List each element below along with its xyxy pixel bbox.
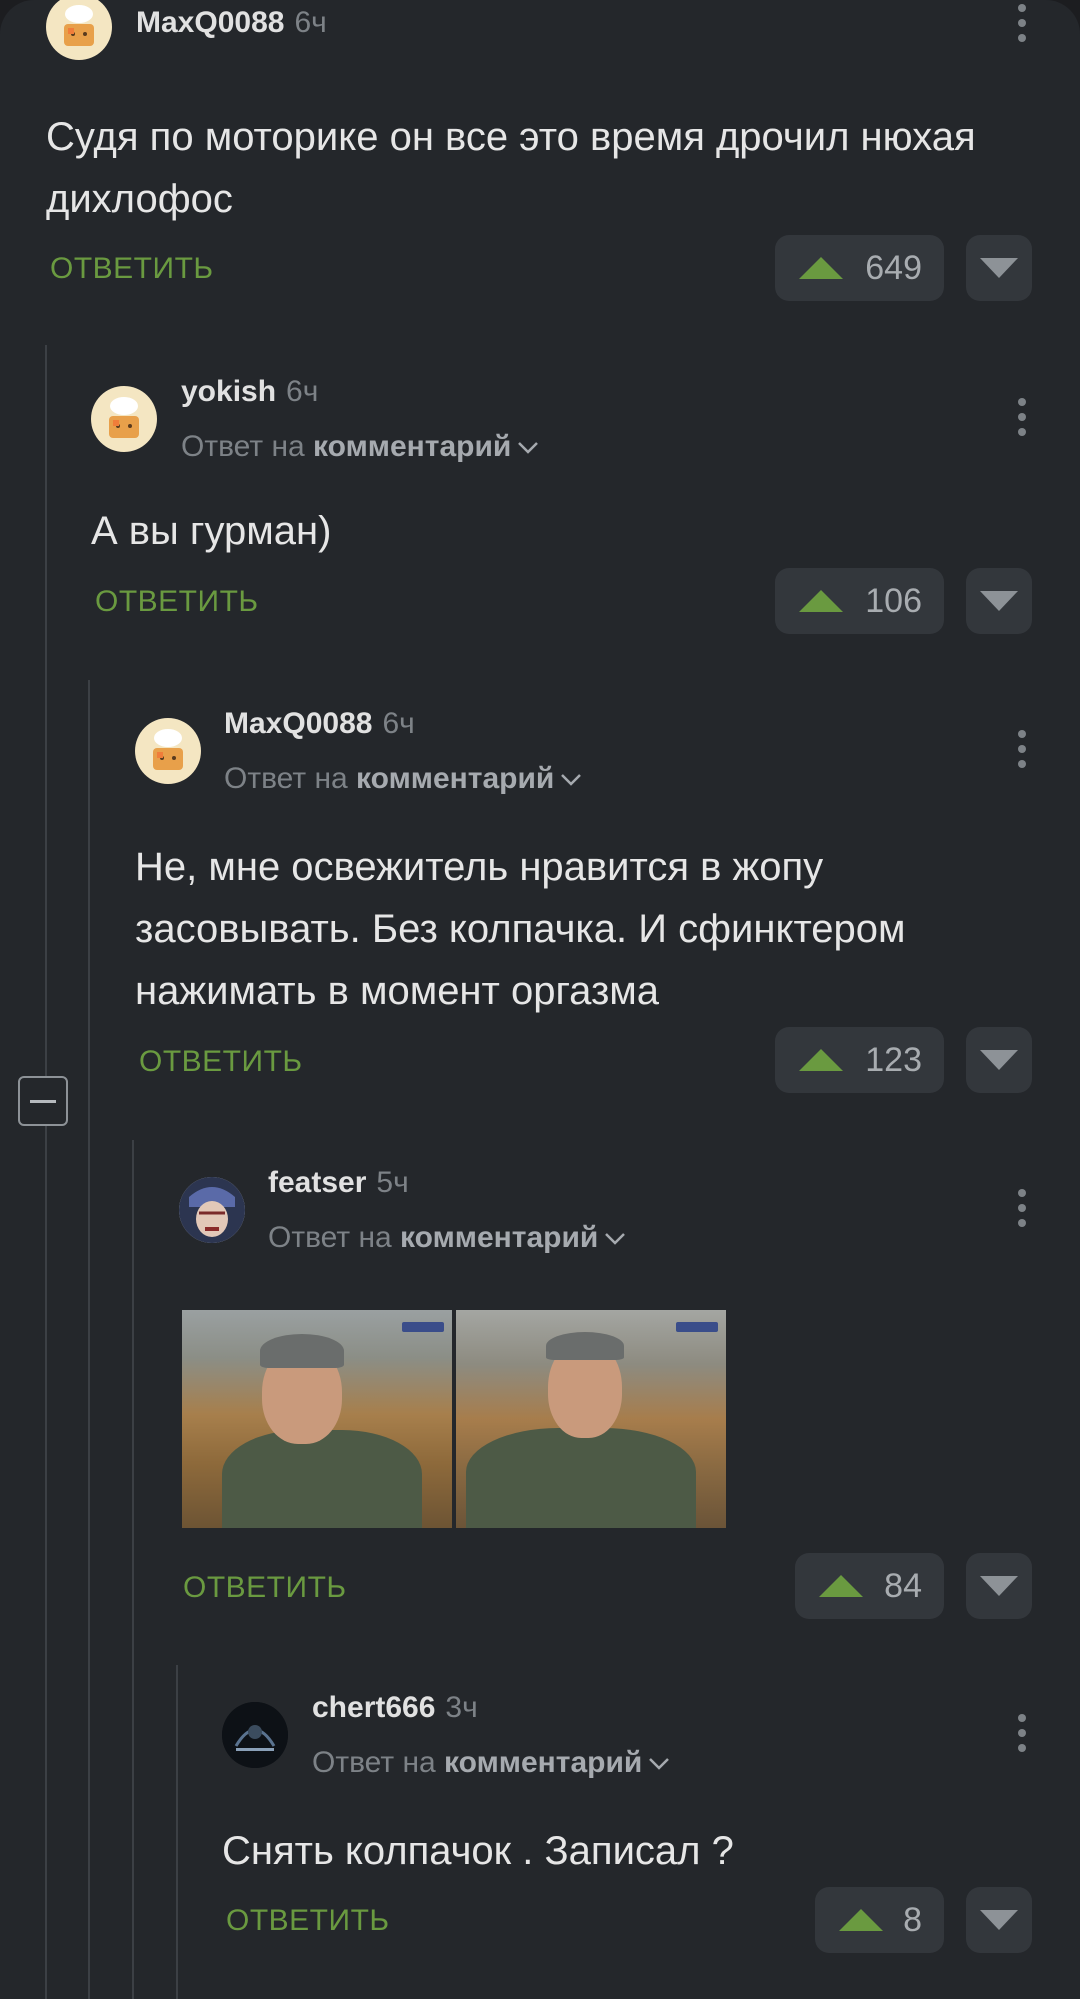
anime-avatar-icon (179, 1177, 245, 1243)
reply-prefix: Ответ на (312, 1746, 436, 1779)
avatar[interactable] (222, 1702, 288, 1768)
more-vertical-icon[interactable] (1016, 4, 1028, 48)
triangle-up-icon (799, 590, 843, 612)
comment-time: 6ч (382, 707, 415, 740)
figure-hair (546, 1332, 624, 1360)
thread-line-2[interactable] (88, 680, 90, 1999)
downvote-button[interactable] (966, 1553, 1032, 1619)
username-text[interactable]: featser (268, 1166, 366, 1199)
reply-button[interactable]: ОТВЕТИТЬ (139, 1045, 303, 1079)
image-frame-left (182, 1310, 452, 1528)
comment-text: А вы гурман) (91, 509, 332, 553)
chevron-down-icon[interactable] (517, 441, 539, 455)
triangle-down-icon (980, 591, 1018, 611)
chevron-down-icon[interactable] (560, 773, 582, 787)
vote-count: 84 (884, 1566, 922, 1605)
comment-username[interactable]: MaxQ0088 6ч (136, 6, 327, 40)
tv-logo (402, 1322, 444, 1332)
chef-avatar-icon (64, 5, 94, 46)
reply-button[interactable]: ОТВЕТИТЬ (50, 252, 214, 286)
figure-hair (260, 1334, 344, 1368)
chef-avatar-icon (109, 397, 139, 438)
reply-button[interactable]: ОТВЕТИТЬ (183, 1571, 347, 1605)
reply-target[interactable]: комментарий (400, 1221, 598, 1254)
triangle-up-icon (819, 1575, 863, 1597)
comment-time: 5ч (376, 1166, 409, 1199)
downvote-button[interactable] (966, 568, 1032, 634)
comment-image[interactable] (182, 1310, 726, 1528)
triangle-up-icon (839, 1909, 883, 1931)
more-vertical-icon[interactable] (1016, 730, 1028, 774)
triangle-down-icon (980, 1576, 1018, 1596)
comment-text: Судя по моторике он все это время дрочил… (46, 115, 976, 221)
chef-avatar-icon (153, 729, 183, 770)
downvote-button[interactable] (966, 235, 1032, 301)
triangle-up-icon (799, 257, 843, 279)
upvote-button[interactable]: 84 (795, 1553, 944, 1619)
comment-username[interactable]: yokish 6ч (181, 375, 318, 409)
comment-text: Не, мне освежитель нравится в жопу засов… (135, 845, 906, 1013)
thread-line-4[interactable] (176, 1665, 178, 1999)
reply-prefix: Ответ на (181, 430, 305, 463)
reply-prefix: Ответ на (268, 1221, 392, 1254)
upvote-button[interactable]: 8 (815, 1887, 944, 1953)
reply-prefix: Ответ на (224, 762, 348, 795)
comment-time: 6ч (286, 375, 319, 408)
reply-to[interactable]: Ответ на комментарий (268, 1221, 626, 1255)
comment-username[interactable]: featser 5ч (268, 1166, 409, 1200)
avatar[interactable] (46, 0, 112, 60)
vote-count: 649 (865, 248, 922, 287)
reply-button[interactable]: ОТВЕТИТЬ (95, 585, 259, 619)
triangle-down-icon (980, 1910, 1018, 1930)
dark-avatar-icon (222, 1702, 288, 1768)
more-vertical-icon[interactable] (1016, 1189, 1028, 1233)
triangle-down-icon (980, 1050, 1018, 1070)
upvote-button[interactable]: 106 (775, 568, 944, 634)
image-frame-right (456, 1310, 726, 1528)
thread-line-3[interactable] (132, 1140, 134, 1999)
vote-count: 106 (865, 581, 922, 620)
reply-target[interactable]: комментарий (356, 762, 554, 795)
chevron-down-icon[interactable] (604, 1232, 626, 1246)
reply-button[interactable]: ОТВЕТИТЬ (226, 1904, 390, 1938)
username-text[interactable]: chert666 (312, 1691, 435, 1724)
comment-username[interactable]: chert666 3ч (312, 1691, 478, 1725)
username-text[interactable]: yokish (181, 375, 276, 408)
reply-target[interactable]: комментарий (444, 1746, 642, 1779)
vote-count: 8 (903, 1900, 922, 1939)
thread-line-1[interactable] (45, 345, 47, 1999)
comments-panel: MaxQ0088 6ч Судя по моторике он все это в… (0, 0, 1080, 1999)
upvote-button[interactable]: 649 (775, 235, 944, 301)
reply-to[interactable]: Ответ на комментарий (224, 762, 582, 796)
downvote-button[interactable] (966, 1887, 1032, 1953)
minus-icon (30, 1099, 56, 1103)
username-text[interactable]: MaxQ0088 (224, 707, 372, 740)
more-vertical-icon[interactable] (1016, 1714, 1028, 1758)
reply-to[interactable]: Ответ на комментарий (181, 430, 539, 464)
vote-count: 123 (865, 1040, 922, 1079)
avatar[interactable] (91, 386, 157, 452)
comment-username[interactable]: MaxQ0088 6ч (224, 707, 415, 741)
username-text[interactable]: MaxQ0088 (136, 6, 284, 39)
comment-time: 3ч (445, 1691, 478, 1724)
comment-time: 6ч (294, 6, 327, 39)
upvote-button[interactable]: 123 (775, 1027, 944, 1093)
collapse-thread-button[interactable] (18, 1076, 68, 1126)
avatar[interactable] (179, 1177, 245, 1243)
reply-target[interactable]: комментарий (313, 430, 511, 463)
downvote-button[interactable] (966, 1027, 1032, 1093)
triangle-up-icon (799, 1049, 843, 1071)
comment-text: Снять колпачок . Записал ? (222, 1829, 734, 1873)
chevron-down-icon[interactable] (648, 1757, 670, 1771)
avatar[interactable] (135, 718, 201, 784)
tv-logo (676, 1322, 718, 1332)
triangle-down-icon (980, 258, 1018, 278)
figure-body (466, 1428, 696, 1528)
more-vertical-icon[interactable] (1016, 398, 1028, 442)
reply-to[interactable]: Ответ на комментарий (312, 1746, 670, 1780)
figure-body (222, 1430, 422, 1528)
